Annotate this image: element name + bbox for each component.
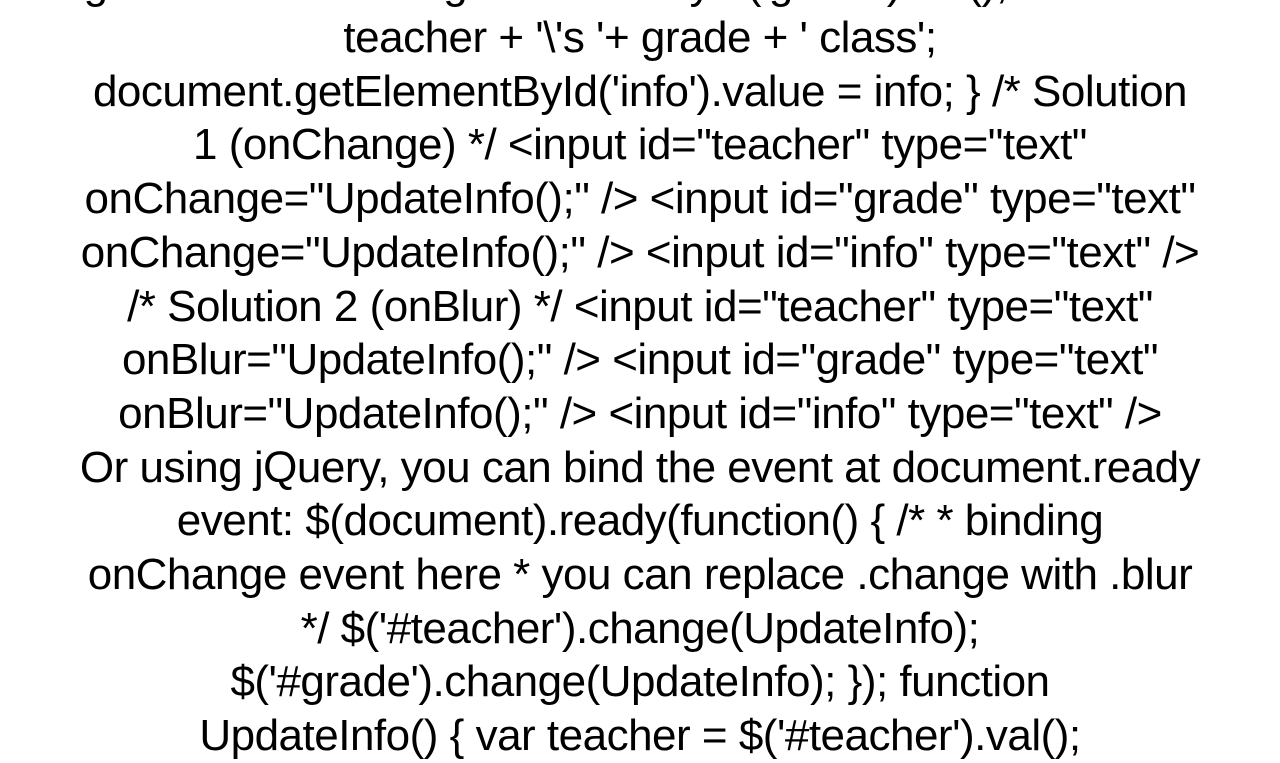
code-text-block: grade = document.getElementById('grade')… xyxy=(60,0,1220,763)
text-line: 1 (onChange) */ <input id="teacher" type… xyxy=(80,118,1200,172)
text-line: document.getElementById('info').value = … xyxy=(80,65,1200,119)
text-line: $('#grade').change(UpdateInfo); }); func… xyxy=(80,655,1200,709)
text-line: Or using jQuery, you can bind the event … xyxy=(80,441,1200,495)
text-line: event: $(document).ready(function() { /*… xyxy=(80,494,1200,548)
text-line: UpdateInfo() { var teacher = $('#teacher… xyxy=(80,709,1200,763)
text-line: /* Solution 2 (onBlur) */ <input id="tea… xyxy=(80,280,1200,334)
text-line: grade = document.getElementById('grade')… xyxy=(80,0,1200,11)
text-line: onChange event here * you can replace .c… xyxy=(80,548,1200,602)
text-line: */ $('#teacher').change(UpdateInfo); xyxy=(80,602,1200,656)
text-line: onChange="UpdateInfo();" /> <input id="i… xyxy=(80,226,1200,280)
text-line: onChange="UpdateInfo();" /> <input id="g… xyxy=(80,172,1200,226)
text-line: onBlur="UpdateInfo();" /> <input id="gra… xyxy=(80,333,1200,387)
text-line: teacher + '\'s '+ grade + ' class'; xyxy=(80,11,1200,65)
text-line: onBlur="UpdateInfo();" /> <input id="inf… xyxy=(80,387,1200,441)
